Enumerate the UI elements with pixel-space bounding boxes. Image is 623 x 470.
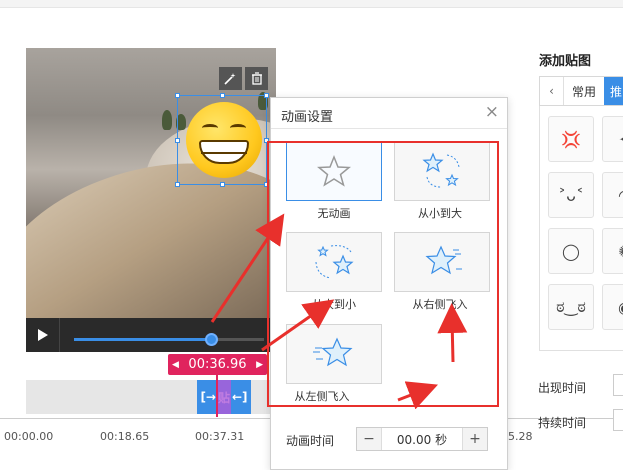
sticker-item[interactable]: ✺ xyxy=(602,228,623,274)
play-icon xyxy=(37,329,48,341)
playhead[interactable] xyxy=(216,375,218,417)
sticker-item[interactable]: ◠ xyxy=(602,172,623,218)
animation-duration-value[interactable]: 00.00 秒 xyxy=(381,428,463,450)
magic-wand-icon xyxy=(224,73,236,85)
seek-bar[interactable] xyxy=(74,333,264,346)
plus-button[interactable]: + xyxy=(463,428,487,450)
resize-handle[interactable] xyxy=(175,182,180,187)
play-button[interactable] xyxy=(26,318,60,352)
eye xyxy=(230,124,246,132)
tab-recommend[interactable]: 推 xyxy=(603,77,623,105)
seek-knob[interactable] xyxy=(204,333,218,346)
playhead-region xyxy=(218,380,231,414)
current-time-badge: ◀ 00:36.96 ▶ xyxy=(168,354,267,375)
dialog-title: 动画设置 xyxy=(281,110,334,125)
seek-bar-progress xyxy=(74,338,211,341)
sticker-selection[interactable] xyxy=(175,93,269,187)
tree xyxy=(162,110,172,130)
sticker-grid: 💢 ✦ ˃ᴗ˂ ◠ ◯ ✺ ಠ‿ಠ ◉ xyxy=(539,106,623,351)
sticker-blush[interactable]: ˃ᴗ˂ xyxy=(548,172,594,218)
mouth xyxy=(199,140,249,164)
ruler-tick: 00:18.65 xyxy=(100,430,150,443)
sticker-angry[interactable]: 💢 xyxy=(548,116,594,162)
current-time: 00:36.96 xyxy=(188,357,247,372)
player-controls xyxy=(26,318,276,352)
tab-common[interactable]: 常用 xyxy=(564,77,604,105)
appear-time-input[interactable] xyxy=(613,374,623,396)
minus-button[interactable]: − xyxy=(357,428,381,450)
grinning-emoji-sticker xyxy=(186,102,262,178)
duration-input[interactable] xyxy=(613,409,623,431)
delete-button[interactable] xyxy=(245,67,268,90)
step-forward-icon[interactable]: ▶ xyxy=(256,360,263,370)
step-back-icon[interactable]: ◀ xyxy=(172,360,179,370)
trash-icon xyxy=(251,72,262,85)
magic-wand-button[interactable] xyxy=(219,67,242,90)
resize-handle[interactable] xyxy=(220,182,225,187)
resize-handle[interactable] xyxy=(175,93,180,98)
sticker-tabs: ‹ 常用 推 xyxy=(539,76,623,106)
ruler-tick: 00:37.31 xyxy=(195,430,245,443)
appear-time-label: 出现时间 xyxy=(538,381,587,395)
animation-duration-label: 动画时间 xyxy=(286,434,335,448)
close-icon[interactable]: × xyxy=(485,102,499,122)
animation-duration-stepper: − 00.00 秒 + xyxy=(356,427,488,451)
annotation-highlight-frame xyxy=(267,141,499,407)
eye xyxy=(202,124,218,132)
ruler-tick: 00:00.00 xyxy=(4,430,54,443)
sticker-face[interactable]: ಠ‿ಠ xyxy=(548,284,594,330)
sticker-panel-title: 添加贴图 xyxy=(539,54,592,69)
chevron-left-icon[interactable]: ‹ xyxy=(540,77,564,105)
resize-handle[interactable] xyxy=(264,93,269,98)
sticker-speech-bubble[interactable]: ◯ xyxy=(548,228,594,274)
ruler-tick: 5.28 xyxy=(508,430,533,443)
resize-handle[interactable] xyxy=(220,93,225,98)
app-window: ◀ 00:36.96 ▶ [→ 贴 ←] 00:00.00 00:18.65 0… xyxy=(0,0,623,470)
top-bar xyxy=(0,0,623,8)
resize-handle[interactable] xyxy=(175,138,180,143)
clip-end-handle-icon[interactable]: ←] xyxy=(232,390,248,404)
clip-start-handle-icon[interactable]: [→ xyxy=(200,390,216,404)
sticker-item[interactable]: ◉ xyxy=(602,284,623,330)
duration-label: 持续时间 xyxy=(538,416,587,430)
sticker-item[interactable]: ✦ xyxy=(602,116,623,162)
divider xyxy=(271,128,507,129)
